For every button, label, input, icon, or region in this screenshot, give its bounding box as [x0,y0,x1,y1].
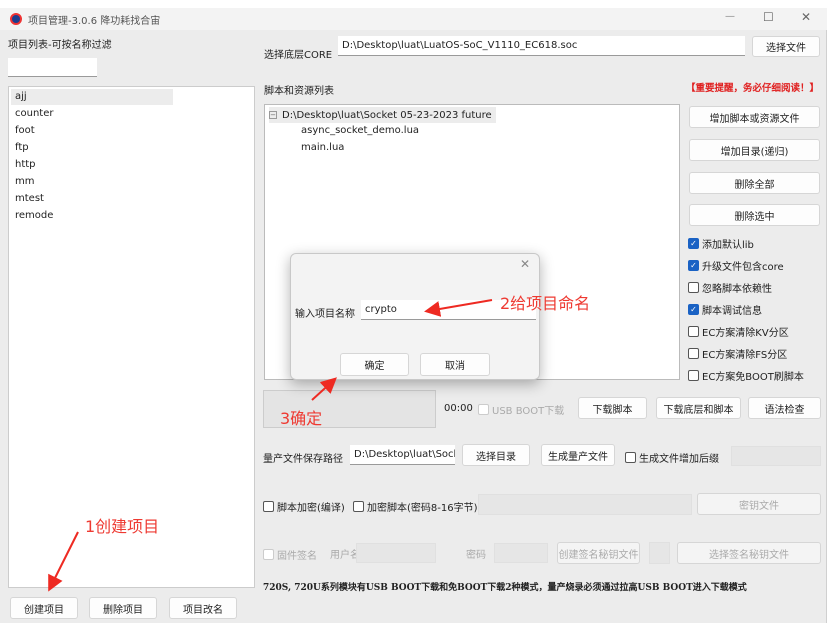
annotation-arrows [48,299,493,592]
arrow-step1 [48,531,79,592]
arrow-step2 [424,299,493,317]
arrow-step3 [311,377,337,401]
